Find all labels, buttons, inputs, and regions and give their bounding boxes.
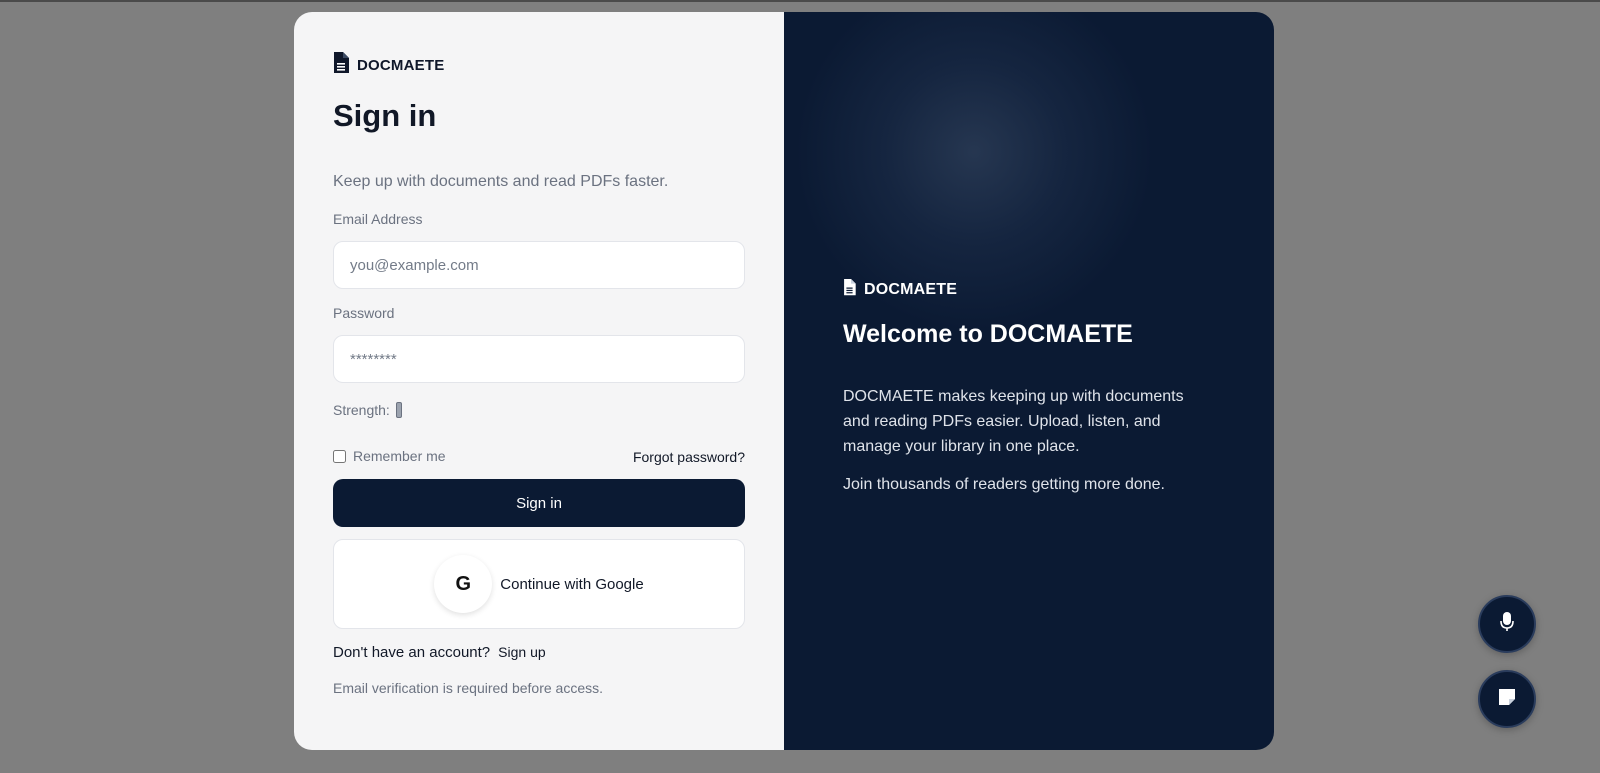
welcome-panel: DOCMAETE Welcome to DOCMAETE DOCMAETE ma… bbox=[784, 12, 1274, 750]
welcome-tagline: Join thousands of readers getting more d… bbox=[843, 476, 1165, 493]
page-subtitle: Keep up with documents and read PDFs fas… bbox=[333, 173, 669, 190]
microphone-button[interactable] bbox=[1478, 595, 1536, 653]
email-label: Email Address bbox=[333, 211, 423, 227]
welcome-title: Welcome to DOCMAETE bbox=[843, 320, 1133, 348]
chat-button[interactable] bbox=[1478, 670, 1536, 728]
signin-panel: DOCMAETE Sign in Keep up with documents … bbox=[294, 12, 784, 750]
welcome-brand-logo: DOCMAETE bbox=[843, 279, 957, 301]
strength-meter bbox=[395, 402, 402, 418]
page-title: Sign in bbox=[333, 98, 437, 133]
microphone-icon bbox=[1499, 611, 1515, 638]
verification-note: Email verification is required before ac… bbox=[333, 680, 604, 696]
sign-up-link[interactable]: Sign up bbox=[498, 644, 545, 660]
signup-prompt: Don't have an account? Sign up bbox=[333, 644, 546, 661]
google-button-label: Continue with Google bbox=[500, 575, 644, 593]
google-icon: G bbox=[434, 555, 493, 613]
welcome-brand-name: DOCMAETE bbox=[864, 281, 958, 298]
chat-icon bbox=[1497, 687, 1517, 712]
brand-logo: DOCMAETE bbox=[333, 52, 444, 78]
document-icon bbox=[333, 52, 349, 78]
forgot-password-link[interactable]: Forgot password? bbox=[633, 449, 745, 465]
password-field[interactable] bbox=[333, 335, 745, 383]
remember-label: Remember me bbox=[353, 448, 446, 464]
document-icon bbox=[843, 279, 856, 301]
google-signin-button[interactable]: G Continue with Google bbox=[333, 539, 745, 629]
remember-me[interactable]: Remember me bbox=[333, 448, 446, 464]
sign-in-button[interactable]: Sign in bbox=[333, 479, 745, 527]
email-field[interactable] bbox=[333, 241, 745, 289]
top-divider bbox=[0, 0, 1600, 2]
signin-modal: DOCMAETE Sign in Keep up with documents … bbox=[294, 12, 1274, 750]
strength-label: Strength: bbox=[333, 402, 390, 418]
password-strength: Strength: bbox=[333, 402, 402, 418]
password-label: Password bbox=[333, 305, 395, 321]
no-account-text: Don't have an account? bbox=[333, 644, 491, 661]
brand-name: DOCMAETE bbox=[357, 56, 445, 74]
welcome-description: DOCMAETE makes keeping up with documents… bbox=[843, 388, 1184, 455]
remember-checkbox[interactable] bbox=[333, 449, 346, 463]
